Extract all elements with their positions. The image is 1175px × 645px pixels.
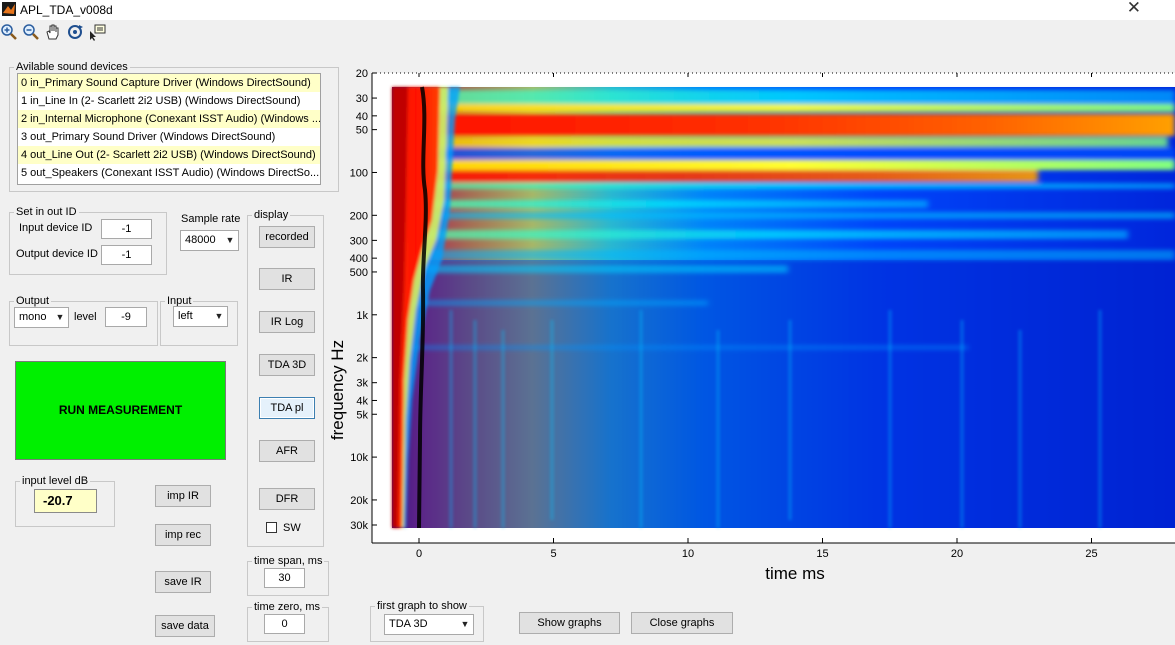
close-graphs-button[interactable]: Close graphs xyxy=(631,612,733,634)
show-graphs-button[interactable]: Show graphs xyxy=(519,612,620,634)
x-tick-label: 10 xyxy=(682,548,694,560)
y-tick-label: 500 xyxy=(350,267,368,279)
toolbar xyxy=(0,20,1175,46)
y-tick-label: 1k xyxy=(356,310,368,322)
time-span-legend: time span, ms xyxy=(254,555,323,567)
y-axis-label: frequency Hz xyxy=(328,340,347,440)
zoom-out-icon[interactable] xyxy=(22,23,40,41)
import-recording-button[interactable]: imp rec xyxy=(155,524,211,546)
y-tick-label: 30 xyxy=(356,93,368,105)
sw-label: SW xyxy=(283,522,301,534)
device-list[interactable]: 0 in_Primary Sound Capture Driver (Windo… xyxy=(17,73,321,185)
y-tick-label: 400 xyxy=(350,253,368,265)
data-cursor-icon[interactable] xyxy=(88,23,106,41)
first-graph-select[interactable]: TDA 3D ▼ xyxy=(384,614,474,635)
output-mode-select[interactable]: mono ▼ xyxy=(14,307,69,328)
y-tick-label: 300 xyxy=(350,235,368,247)
pan-hand-icon[interactable] xyxy=(44,23,62,41)
title-bar: APL_TDA_v008d ✕ xyxy=(0,0,1175,20)
device-item[interactable]: 0 in_Primary Sound Capture Driver (Windo… xyxy=(18,74,320,92)
time-zero-field[interactable]: 0 xyxy=(264,614,305,634)
zoom-in-icon[interactable] xyxy=(0,23,18,41)
ir-log-button[interactable]: IR Log xyxy=(259,311,315,333)
x-tick-label: 15 xyxy=(816,548,828,560)
import-ir-button[interactable]: imp IR xyxy=(155,485,211,507)
output-mode-value: mono xyxy=(19,311,47,323)
first-graph-value: TDA 3D xyxy=(389,618,428,630)
y-tick-label: 20k xyxy=(350,495,368,507)
chevron-down-icon: ▼ xyxy=(214,311,224,321)
x-tick-label: 20 xyxy=(951,548,963,560)
y-tick-label: 30k xyxy=(350,520,368,532)
y-tick-label: 40 xyxy=(356,111,368,123)
device-item[interactable]: 5 out_Speakers (Conexant ISST Audio) (Wi… xyxy=(18,164,320,182)
y-tick-label: 200 xyxy=(350,210,368,222)
sample-rate-select[interactable]: 48000 ▼ xyxy=(180,230,239,251)
y-tick-label: 100 xyxy=(350,167,368,179)
y-tick-label: 4k xyxy=(356,395,368,407)
run-measurement-button[interactable]: RUN MEASUREMENT xyxy=(15,361,226,460)
chevron-down-icon: ▼ xyxy=(460,619,470,629)
time-span-field[interactable]: 30 xyxy=(264,568,305,588)
output-level-field[interactable]: -9 xyxy=(105,307,147,327)
input-channel-value: left xyxy=(178,310,193,322)
y-tick-label: 10k xyxy=(350,452,368,464)
devices-legend: Avilable sound devices xyxy=(16,61,128,73)
device-item[interactable]: 3 out_Primary Sound Driver (Windows Dire… xyxy=(18,128,320,146)
y-tick-label: 50 xyxy=(356,125,368,137)
device-item[interactable]: 1 in_Line In (2- Scarlett 2i2 USB) (Wind… xyxy=(18,92,320,110)
x-tick-label: 25 xyxy=(1085,548,1097,560)
io-legend: Set in out ID xyxy=(16,206,77,218)
window-title: APL_TDA_v008d xyxy=(20,3,113,17)
x-tick-label: 5 xyxy=(550,548,556,560)
tda-3d-button[interactable]: TDA 3D xyxy=(259,354,315,376)
y-tick-label: 2k xyxy=(356,353,368,365)
recorded-button[interactable]: recorded xyxy=(259,226,315,248)
ir-button[interactable]: IR xyxy=(259,268,315,290)
time-zero-legend: time zero, ms xyxy=(254,601,321,613)
tda-heatmap xyxy=(392,86,1175,529)
chevron-down-icon: ▼ xyxy=(55,312,65,322)
output-device-field[interactable]: -1 xyxy=(101,245,152,265)
x-tick-label: 0 xyxy=(416,548,422,560)
first-graph-legend: first graph to show xyxy=(377,600,467,612)
save-ir-button[interactable]: save IR xyxy=(155,571,211,593)
chevron-down-icon: ▼ xyxy=(225,235,235,245)
matlab-logo-icon xyxy=(2,2,16,16)
level-label: level xyxy=(74,311,97,323)
tda-pl-button[interactable]: TDA pl xyxy=(259,397,315,419)
input-device-label: Input device ID xyxy=(19,222,93,234)
input-channel-select[interactable]: left ▼ xyxy=(173,306,228,327)
sw-checkbox[interactable] xyxy=(266,522,277,533)
y-tick-label: 5k xyxy=(356,409,368,421)
sample-rate-value: 48000 xyxy=(185,234,216,246)
input-device-field[interactable]: -1 xyxy=(101,219,152,239)
tda-plot[interactable]: 203040501002003004005001k2k3k4k5k10k20k3… xyxy=(320,60,1175,590)
device-item[interactable]: 2 in_Internal Microphone (Conexant ISST … xyxy=(18,110,320,128)
display-legend: display xyxy=(254,209,289,221)
device-item[interactable]: 4 out_Line Out (2- Scarlett 2i2 USB) (Wi… xyxy=(18,146,320,164)
afr-button[interactable]: AFR xyxy=(259,440,315,462)
dfr-button[interactable]: DFR xyxy=(259,488,315,510)
rotate-icon[interactable] xyxy=(66,23,84,41)
x-axis-label: time ms xyxy=(765,564,825,583)
output-device-label: Output device ID xyxy=(16,248,98,260)
sample-rate-label: Sample rate xyxy=(181,213,241,225)
output-legend: Output xyxy=(16,295,50,307)
save-data-button[interactable]: save data xyxy=(155,615,215,637)
input-level-value: -20.7 xyxy=(34,489,97,513)
input-level-legend: input level dB xyxy=(22,475,89,487)
y-tick-label: 20 xyxy=(356,68,368,80)
y-tick-label: 3k xyxy=(356,378,368,390)
close-icon[interactable]: ✕ xyxy=(1127,0,1141,18)
